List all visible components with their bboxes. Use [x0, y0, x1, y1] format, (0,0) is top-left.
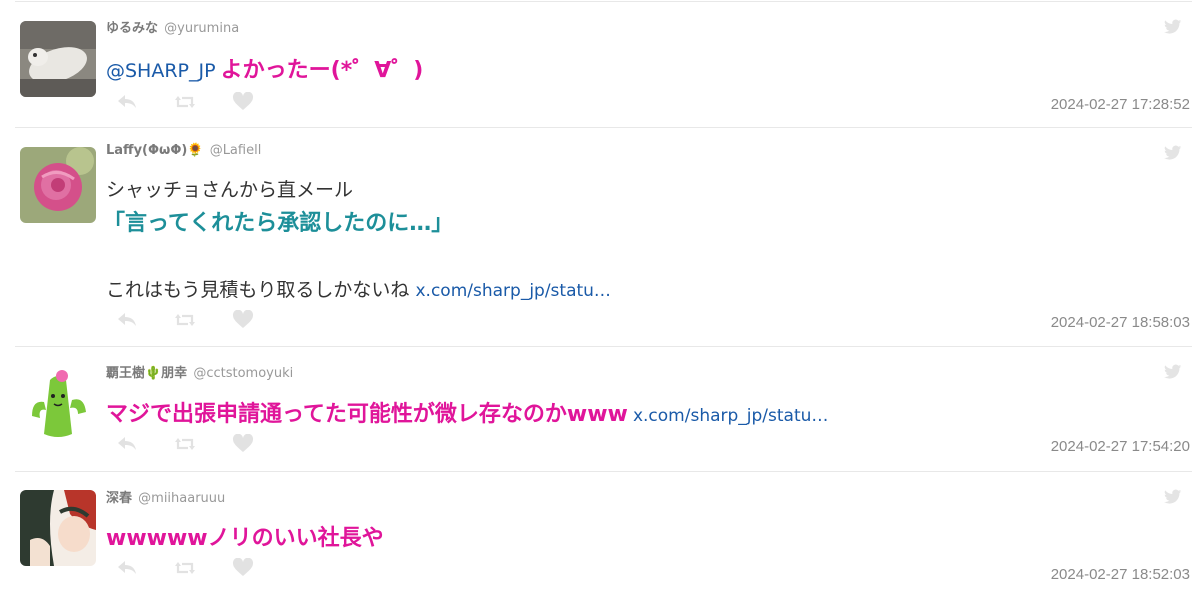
timestamp[interactable]: 2024-02-27 18:58:03: [1051, 314, 1190, 331]
timestamp[interactable]: 2024-02-27 18:52:03: [1051, 566, 1190, 583]
avatar[interactable]: [20, 147, 96, 223]
tweet-header: 深春 @miihaaruuu: [106, 487, 225, 506]
tweet-text: マジで出張申請通ってた可能性が微レ存なのかwww x.com/sharp_jp/…: [106, 396, 828, 428]
heart-icon[interactable]: [232, 433, 254, 454]
heart-icon[interactable]: [232, 91, 254, 112]
divider: [15, 471, 1192, 472]
retweet-icon[interactable]: [174, 558, 196, 578]
twitter-bird-icon[interactable]: [1164, 489, 1182, 505]
reply-icon[interactable]: [116, 310, 138, 330]
twitter-bird-icon[interactable]: [1164, 145, 1182, 161]
timestamp[interactable]: 2024-02-27 17:28:52: [1051, 96, 1190, 113]
mention-link[interactable]: @SHARP_JP: [106, 60, 216, 82]
tweet-header: ゆるみな @yurumina: [106, 17, 239, 36]
avatar[interactable]: [20, 490, 96, 566]
user-handle[interactable]: @cctstomoyuki: [193, 366, 293, 381]
tweet-emphasis: 「言ってくれたら承認したのに…」: [103, 211, 454, 236]
reply-icon[interactable]: [116, 434, 138, 454]
user-name[interactable]: ゆるみな: [106, 21, 158, 36]
divider: [15, 127, 1192, 128]
tweet-text: これはもう見積もり取るしかないね x.com/sharp_jp/statu…: [106, 275, 611, 302]
reply-icon[interactable]: [116, 558, 138, 578]
tweet-header: Laffy(ΦωΦ)🌻 @Lafiell: [106, 143, 261, 158]
user-name[interactable]: 覇王樹🌵朋幸: [106, 366, 187, 381]
tweet-line: シャッチョさんから直メール: [106, 179, 354, 201]
divider: [15, 346, 1192, 347]
tweet-emphasis: マジで出張申請通ってた可能性が微レ存なのかwww: [106, 402, 628, 427]
retweet-icon[interactable]: [174, 434, 196, 454]
status-link[interactable]: x.com/sharp_jp/statu…: [633, 406, 828, 426]
tweet-emphasis: wwwwwノリのいい社長や: [106, 526, 384, 551]
retweet-icon[interactable]: [174, 310, 196, 330]
heart-icon[interactable]: [232, 557, 254, 578]
divider: [15, 1, 1192, 2]
timestamp[interactable]: 2024-02-27 17:54:20: [1051, 438, 1190, 455]
user-name[interactable]: 深春: [106, 491, 132, 506]
user-name[interactable]: Laffy(ΦωΦ)🌻: [106, 143, 204, 158]
heart-icon[interactable]: [232, 309, 254, 330]
reply-icon[interactable]: [116, 92, 138, 112]
tweet-header: 覇王樹🌵朋幸 @cctstomoyuki: [106, 362, 293, 381]
retweet-icon[interactable]: [174, 92, 196, 112]
user-handle[interactable]: @Lafiell: [210, 143, 262, 158]
user-handle[interactable]: @miihaaruuu: [138, 491, 225, 506]
avatar[interactable]: [20, 21, 96, 97]
twitter-bird-icon[interactable]: [1164, 364, 1182, 380]
status-link[interactable]: x.com/sharp_jp/statu…: [415, 281, 610, 301]
twitter-bird-icon[interactable]: [1164, 19, 1182, 35]
tweet-line: これはもう見積もり取るしかないね: [106, 279, 410, 301]
tweet-text: @SHARP_JP よかったー(*゜∀゜): [106, 52, 423, 84]
avatar[interactable]: [20, 366, 96, 442]
tweet-emphasis: よかったー(*゜∀゜): [220, 58, 424, 83]
user-handle[interactable]: @yurumina: [164, 21, 239, 36]
